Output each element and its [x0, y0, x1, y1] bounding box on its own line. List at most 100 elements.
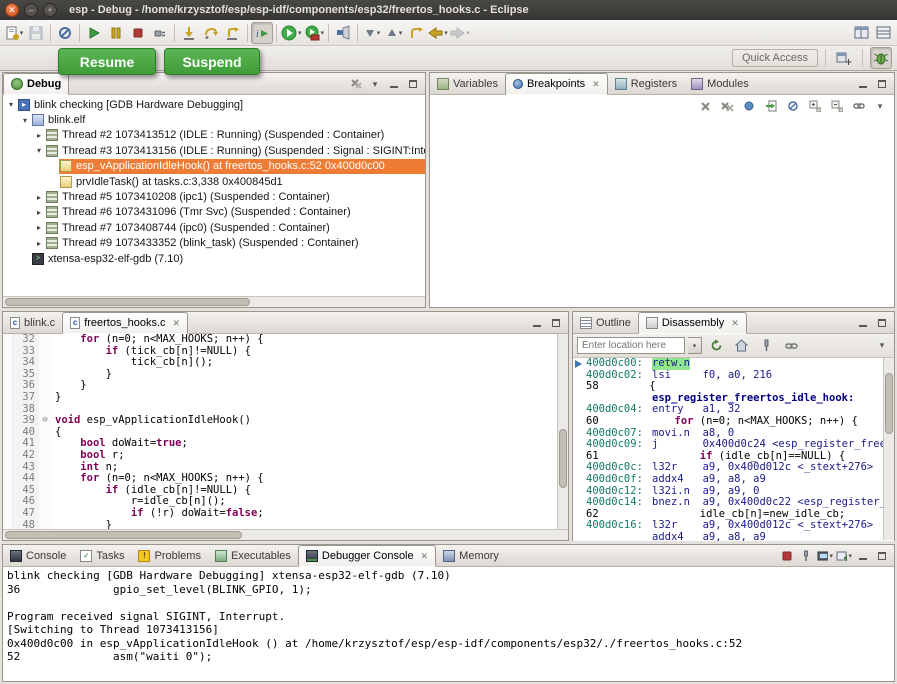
window-close-button[interactable]: ✕ [5, 3, 19, 17]
code-line[interactable]: 32 for (n=0; n<MAX_HOOKS; n++) { [13, 334, 568, 346]
fold-marker-icon[interactable]: ⊖ [39, 415, 51, 427]
step-into-button[interactable] [178, 22, 200, 44]
twisty-icon[interactable]: ▸ [33, 193, 45, 202]
run-button[interactable]: ▾ [280, 22, 303, 44]
disassembly-row[interactable]: 400d0c14:bnez.n a9, 0x400d0c22 <esp_regi… [573, 497, 894, 509]
location-input[interactable] [577, 337, 685, 354]
link-with-debug-view-button[interactable] [850, 97, 868, 115]
step-return-button[interactable] [222, 22, 244, 44]
debug-tree-item[interactable]: esp_vApplicationIdleHook() at freertos_h… [3, 159, 425, 174]
close-icon[interactable]: ✕ [731, 318, 739, 329]
tab-registers[interactable]: Registers [608, 73, 684, 94]
debug-tree-item[interactable]: >xtensa-esp32-elf-gdb (7.10) [3, 251, 425, 266]
view-menu-icon[interactable]: ▾ [874, 338, 890, 354]
tab-console[interactable]: Console [3, 545, 73, 566]
disassembly-row[interactable]: 400d0c00:retw.n [573, 358, 894, 370]
tab-problems[interactable]: !Problems [131, 545, 207, 566]
tab-debugger-console[interactable]: Debugger Console✕ [298, 545, 436, 567]
pin-view-button[interactable] [755, 335, 777, 357]
disassembly-row[interactable]: 400d0c0f:addx4 a9, a8, a9 [573, 474, 894, 486]
twisty-icon[interactable]: ▸ [33, 208, 45, 217]
tab-freertos-hooks-c[interactable]: cfreertos_hooks.c✕ [62, 312, 188, 334]
terminate-button[interactable] [127, 22, 149, 44]
collapse-all-button[interactable] [828, 97, 846, 115]
open-perspective-button[interactable] [833, 47, 855, 69]
close-icon[interactable]: ✕ [421, 551, 429, 562]
window-maximize-button[interactable]: + [43, 3, 57, 17]
pin-console-button[interactable] [798, 548, 814, 564]
window-table-icon[interactable] [872, 22, 894, 44]
expand-all-button[interactable] [806, 97, 824, 115]
search-button[interactable] [332, 22, 354, 44]
debug-tree-item[interactable]: ▸Thread #7 1073408744 (ipc0) (Suspended … [3, 220, 425, 235]
scrollbar-thumb[interactable] [559, 429, 567, 488]
external-tools-button[interactable]: ▾ [303, 22, 326, 44]
code-editor[interactable]: 32 for (n=0; n<MAX_HOOKS; n++) {33 if (t… [3, 334, 568, 531]
debug-perspective-button[interactable] [870, 47, 892, 69]
editor-vertical-scrollbar[interactable] [557, 334, 568, 531]
skip-all-breakpoints-small-button[interactable] [784, 97, 802, 115]
tab-tasks[interactable]: ✓Tasks [73, 545, 131, 566]
window-grid-icon[interactable] [850, 22, 872, 44]
go-home-button[interactable] [730, 335, 752, 357]
terminate-console-button[interactable] [779, 548, 795, 564]
tab-modules[interactable]: Modules [684, 73, 756, 94]
debug-tree-item[interactable]: ▾blink.elf [3, 112, 425, 127]
tab-debug[interactable]: Debug [3, 73, 69, 95]
minimize-view-button[interactable] [855, 315, 871, 331]
tab-executables[interactable]: Executables [208, 545, 298, 566]
code-line[interactable]: 44 for (n=0; n<MAX_HOOKS; n++) { [13, 473, 568, 485]
debug-tree-item[interactable]: ▾▸blink checking [GDB Hardware Debugging… [3, 97, 425, 112]
back-button[interactable]: ▾ [427, 22, 449, 44]
debug-tree-item[interactable]: ▾Thread #3 1073413156 (IDLE : Running) (… [3, 143, 425, 158]
minimize-view-button[interactable] [855, 548, 871, 564]
twisty-icon[interactable]: ▸ [33, 223, 45, 232]
scrollbar-thumb[interactable] [5, 531, 242, 539]
last-edit-location-button[interactable] [405, 22, 427, 44]
quick-access-button[interactable]: Quick Access [732, 49, 818, 67]
view-menu-icon[interactable]: ▾ [872, 98, 888, 114]
editor-horizontal-scrollbar[interactable] [3, 529, 568, 540]
horizontal-scrollbar[interactable] [3, 296, 425, 307]
tab-variables[interactable]: Variables [430, 73, 505, 94]
maximize-view-button[interactable] [874, 548, 890, 564]
close-icon[interactable]: ✕ [592, 79, 600, 90]
link-with-debug-button[interactable] [780, 335, 802, 357]
twisty-icon[interactable]: ▾ [5, 100, 17, 109]
remove-breakpoint-button[interactable] [696, 97, 714, 115]
scrollbar-thumb[interactable] [5, 298, 250, 306]
debug-tree-item[interactable]: ▸Thread #5 1073410208 (ipc1) (Suspended … [3, 189, 425, 204]
twisty-icon[interactable]: ▸ [33, 239, 45, 248]
code-line[interactable]: 36 } [13, 380, 568, 392]
debug-tree-item[interactable]: ▸Thread #6 1073431096 (Tmr Svc) (Suspend… [3, 205, 425, 220]
code-line[interactable]: 35 } [13, 369, 568, 381]
save-button[interactable] [25, 22, 47, 44]
minimize-view-button[interactable] [855, 76, 871, 92]
view-menu-icon[interactable]: ▾ [367, 76, 383, 92]
show-breakpoints-supported-button[interactable] [740, 97, 758, 115]
console-output[interactable]: blink checking [GDB Hardware Debugging] … [3, 567, 894, 681]
remove-all-breakpoints-button[interactable] [718, 97, 736, 115]
suspend-button[interactable] [105, 22, 127, 44]
minimize-view-button[interactable] [386, 76, 402, 92]
twisty-icon[interactable]: ▸ [33, 131, 45, 140]
close-icon[interactable]: ✕ [173, 318, 181, 329]
instruction-stepping-toggle[interactable]: i [251, 22, 273, 44]
new-wizard-button[interactable]: ▾ [3, 22, 25, 44]
next-annotation-button[interactable]: ▾ [361, 22, 383, 44]
display-selected-console-button[interactable]: ▾ [817, 548, 833, 564]
tab-outline[interactable]: Outline [573, 312, 638, 333]
maximize-view-button[interactable] [874, 315, 890, 331]
location-dropdown-icon[interactable]: ▾ [688, 337, 702, 354]
skip-all-breakpoints-button[interactable] [54, 22, 76, 44]
previous-annotation-button[interactable]: ▾ [383, 22, 405, 44]
tab-memory[interactable]: Memory [436, 545, 506, 566]
code-line[interactable]: 47 if (!r) doWait=false; [13, 508, 568, 520]
disassembly-content[interactable]: 400d0c00:retw.n400d0c02:lsi f0, a0, 2165… [573, 358, 894, 541]
resume-button[interactable] [83, 22, 105, 44]
window-minimize-button[interactable]: – [24, 3, 38, 17]
twisty-icon[interactable]: ▾ [33, 146, 45, 155]
debug-tree-item[interactable]: ▸Thread #9 1073433352 (blink_task) (Susp… [3, 236, 425, 251]
code-line[interactable]: 37} [13, 392, 568, 404]
tab-breakpoints[interactable]: Breakpoints✕ [505, 73, 608, 95]
